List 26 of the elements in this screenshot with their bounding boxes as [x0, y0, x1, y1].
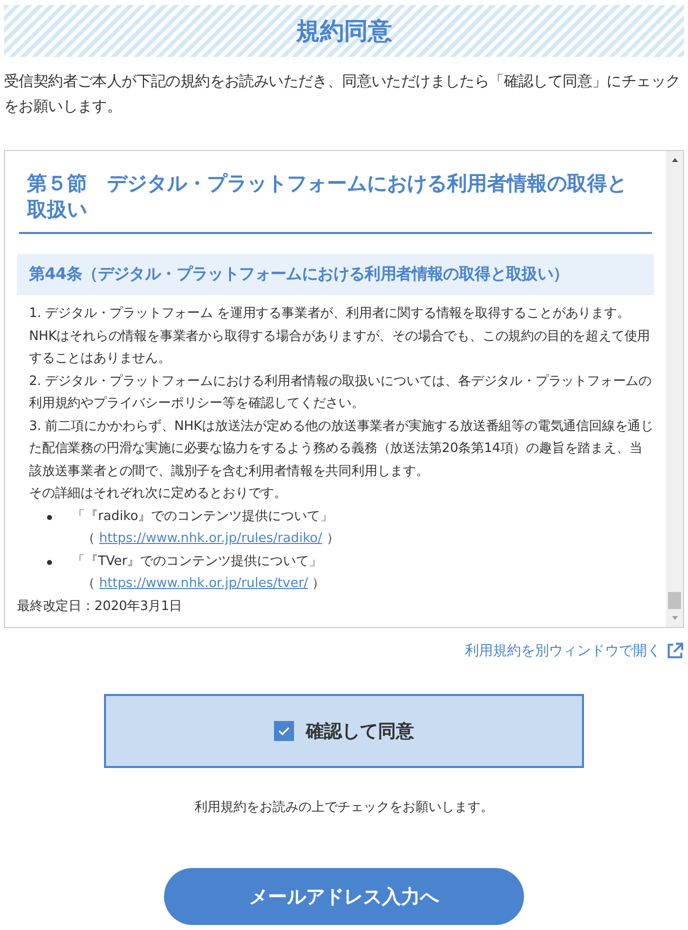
scroll-up-icon[interactable] [670, 157, 678, 163]
url-line: （ https://www.nhk.or.jp/rules/tver/ ） [81, 575, 326, 593]
link-title: 「『radiko』でのコンテンツ提供について」 [72, 508, 334, 526]
next-button[interactable]: メールアドレス入力へ [164, 868, 524, 925]
scroll-down-icon[interactable] [670, 615, 678, 621]
external-link-icon[interactable] [666, 642, 684, 660]
terms-paragraph: 1. デジタル・プラットフォーム を運用する事業者が、利用者に関する情報を取得することがあります。NHKはそれらの情報を事業者から取得する場合がありますが、その場合でも、この規約の目的を超えて使用することはありません。 [28, 305, 652, 368]
url-link[interactable]: https://www.nhk.or.jp/rules/tver/ [99, 576, 308, 591]
section-heading: 第５節 デジタル・プラットフォームにおける利用者情報の取得と取扱い [19, 165, 652, 234]
bullet-icon [47, 560, 52, 564]
terms-paragraph: 3. 前二項にかかわらず、NHKは放送法が定める他の放送事業者が実施する放送番組等の電気通信回線を通じた配信業務の円滑な実施に必要な協力をするよう務める義務（放送法第20条第14項）の趣旨を踏まえ、当該放送事業者との間で、識別子を含む利用者情報を共同利用します。 [28, 418, 654, 480]
url-line: （ https://www.nhk.or.jp/rules/radiko/ ） [81, 530, 340, 548]
open-terms-link[interactable]: 利用規約を別ウィンドウで開く [465, 642, 661, 660]
note-text: 利用規約をお読みの上でチェックをお願いします。 [194, 799, 494, 816]
agree-checkbox[interactable]: 確認して同意 [104, 694, 584, 768]
scroll-thumb[interactable] [668, 592, 681, 609]
terms-paragraph: その詳細はそれぞれ次に定めるとおりです。 [28, 485, 288, 503]
scrollbar[interactable] [666, 151, 683, 627]
terms-paragraph: 2. デジタル・プラットフォームにおける利用者情報の取扱いについては、各デジタル・プラットフォームの利用規約やプライバシーポリシー等を確認してください。 [28, 372, 653, 413]
intro-text: 受信契約者ご本人が下記の規約をお読みいただき、同意いただけましたら「確認して同意」にチェックをお願いします。 [4, 71, 682, 117]
link-title: 「『TVer』でのコンテンツ提供について」 [72, 552, 322, 570]
revised-date: 最終改定日：2020年3月1日 [17, 598, 184, 616]
bullet-icon [47, 514, 52, 520]
article-heading: 第44条（デジタル・プラットフォームにおける利用者情報の取得と取扱い） [17, 254, 654, 295]
url-link[interactable]: https://www.nhk.or.jp/rules/radiko/ [99, 531, 322, 546]
page-title: 規約同意 [296, 16, 392, 47]
